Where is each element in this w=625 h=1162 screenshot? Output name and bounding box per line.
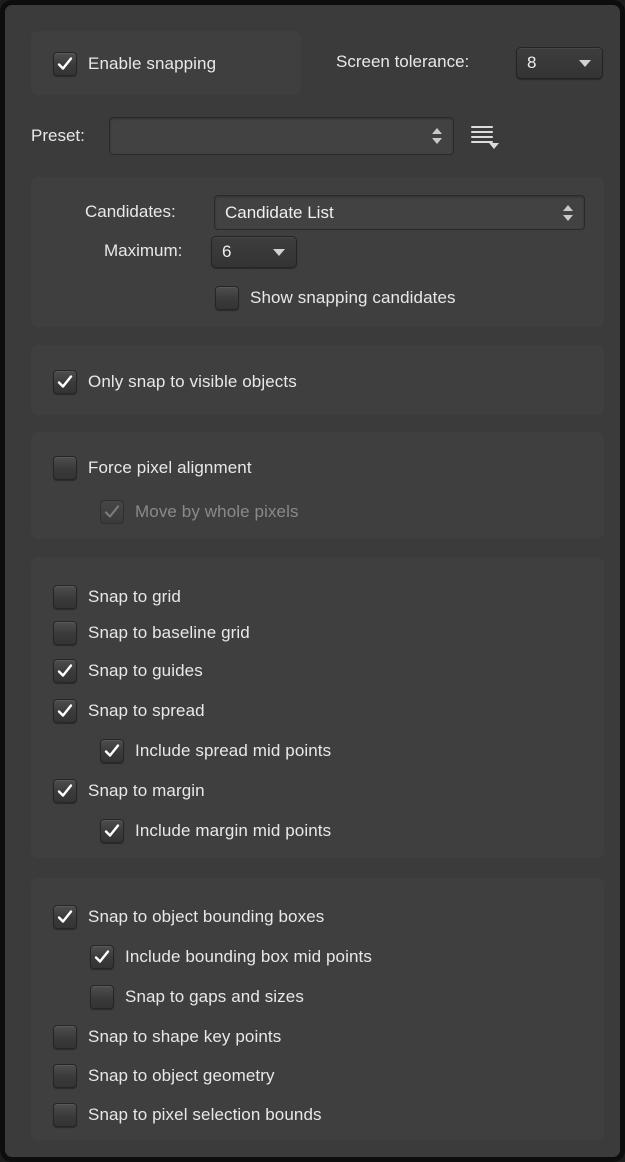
snap-object-geometry-row[interactable]: Snap to object geometry bbox=[53, 1064, 275, 1088]
only-snap-visible-label: Only snap to visible objects bbox=[88, 372, 297, 391]
only-snap-visible-row[interactable]: Only snap to visible objects bbox=[53, 370, 297, 394]
snap-object-bounding-boxes-checkbox[interactable] bbox=[53, 905, 77, 929]
snap-object-geometry-checkbox[interactable] bbox=[53, 1064, 77, 1088]
candidates-label: Candidates: bbox=[85, 202, 176, 221]
show-snapping-candidates-checkbox[interactable] bbox=[215, 286, 239, 310]
maximum-value: 6 bbox=[222, 242, 232, 261]
snap-shape-key-points-label: Snap to shape key points bbox=[88, 1027, 282, 1046]
preset-combo[interactable] bbox=[109, 117, 454, 155]
snap-to-guides-checkbox[interactable] bbox=[53, 659, 77, 683]
snap-to-margin-checkbox[interactable] bbox=[53, 779, 77, 803]
snap-to-margin-label: Snap to margin bbox=[88, 781, 205, 800]
snap-gaps-and-sizes-checkbox[interactable] bbox=[90, 985, 114, 1009]
snapping-preferences-window: Enable snapping Screen tolerance: 8 Pres… bbox=[0, 0, 625, 1162]
force-pixel-alignment-checkbox[interactable] bbox=[53, 456, 77, 480]
show-snapping-candidates-label: Show snapping candidates bbox=[250, 288, 456, 307]
snap-shape-key-points-checkbox[interactable] bbox=[53, 1025, 77, 1049]
snap-to-baseline-grid-row[interactable]: Snap to baseline grid bbox=[53, 621, 250, 645]
snap-object-bounding-boxes-row[interactable]: Snap to object bounding boxes bbox=[53, 905, 324, 929]
candidates-value: Candidate List bbox=[225, 202, 334, 222]
maximum-label: Maximum: bbox=[104, 241, 183, 260]
move-whole-pixels-checkbox bbox=[100, 500, 124, 524]
chevron-down-icon bbox=[273, 248, 285, 256]
preset-label: Preset: bbox=[31, 126, 85, 145]
include-spread-mid-points-label: Include spread mid points bbox=[135, 741, 332, 760]
stepper-up-down-icon[interactable] bbox=[430, 128, 444, 144]
only-snap-visible-checkbox[interactable] bbox=[53, 370, 77, 394]
snap-object-bounding-boxes-label: Snap to object bounding boxes bbox=[88, 907, 325, 926]
enable-snapping-checkbox[interactable] bbox=[53, 52, 77, 76]
maximum-dropdown[interactable]: 6 bbox=[211, 236, 297, 268]
snap-to-grid-row[interactable]: Snap to grid bbox=[53, 585, 181, 609]
include-margin-mid-points-checkbox[interactable] bbox=[100, 819, 124, 843]
snap-to-baseline-grid-checkbox[interactable] bbox=[53, 621, 77, 645]
snap-pixel-selection-bounds-label: Snap to pixel selection bounds bbox=[88, 1105, 322, 1124]
snap-pixel-selection-bounds-row[interactable]: Snap to pixel selection bounds bbox=[53, 1103, 322, 1127]
snap-to-guides-label: Snap to guides bbox=[88, 661, 203, 680]
include-bounding-box-mid-points-label: Include bounding box mid points bbox=[125, 947, 372, 966]
enable-snapping-label: Enable snapping bbox=[88, 54, 217, 73]
move-whole-pixels-row: Move by whole pixels bbox=[100, 500, 299, 524]
snap-gaps-and-sizes-row[interactable]: Snap to gaps and sizes bbox=[90, 985, 304, 1009]
include-spread-mid-points-row[interactable]: Include spread mid points bbox=[100, 739, 331, 763]
move-whole-pixels-label: Move by whole pixels bbox=[135, 502, 299, 521]
snap-to-grid-checkbox[interactable] bbox=[53, 585, 77, 609]
snap-pixel-selection-bounds-checkbox[interactable] bbox=[53, 1103, 77, 1127]
enable-snapping-row[interactable]: Enable snapping bbox=[53, 52, 216, 76]
snap-to-spread-label: Snap to spread bbox=[88, 701, 205, 720]
include-spread-mid-points-checkbox[interactable] bbox=[100, 739, 124, 763]
include-bounding-box-mid-points-checkbox[interactable] bbox=[90, 945, 114, 969]
snap-to-spread-checkbox[interactable] bbox=[53, 699, 77, 723]
snap-to-baseline-grid-label: Snap to baseline grid bbox=[88, 623, 250, 642]
chevron-down-icon bbox=[579, 59, 591, 67]
screen-tolerance-label: Screen tolerance: bbox=[336, 52, 470, 71]
stepper-up-down-icon[interactable] bbox=[561, 204, 575, 221]
snap-to-spread-row[interactable]: Snap to spread bbox=[53, 699, 205, 723]
snap-shape-key-points-row[interactable]: Snap to shape key points bbox=[53, 1025, 281, 1049]
show-snapping-candidates-row[interactable]: Show snapping candidates bbox=[215, 286, 456, 310]
candidates-combo[interactable]: Candidate List bbox=[214, 195, 585, 230]
snap-object-geometry-label: Snap to object geometry bbox=[88, 1066, 275, 1085]
force-pixel-alignment-label: Force pixel alignment bbox=[88, 458, 252, 477]
include-margin-mid-points-label: Include margin mid points bbox=[135, 821, 332, 840]
include-bounding-box-mid-points-row[interactable]: Include bounding box mid points bbox=[90, 945, 372, 969]
snap-to-margin-row[interactable]: Snap to margin bbox=[53, 779, 205, 803]
snap-to-guides-row[interactable]: Snap to guides bbox=[53, 659, 203, 683]
screen-tolerance-dropdown[interactable]: 8 bbox=[516, 47, 603, 79]
hamburger-menu-icon[interactable] bbox=[471, 123, 499, 149]
snap-gaps-and-sizes-label: Snap to gaps and sizes bbox=[125, 987, 304, 1006]
force-pixel-alignment-row[interactable]: Force pixel alignment bbox=[53, 456, 252, 480]
include-margin-mid-points-row[interactable]: Include margin mid points bbox=[100, 819, 331, 843]
snap-to-grid-label: Snap to grid bbox=[88, 587, 181, 606]
screen-tolerance-value: 8 bbox=[527, 53, 537, 72]
